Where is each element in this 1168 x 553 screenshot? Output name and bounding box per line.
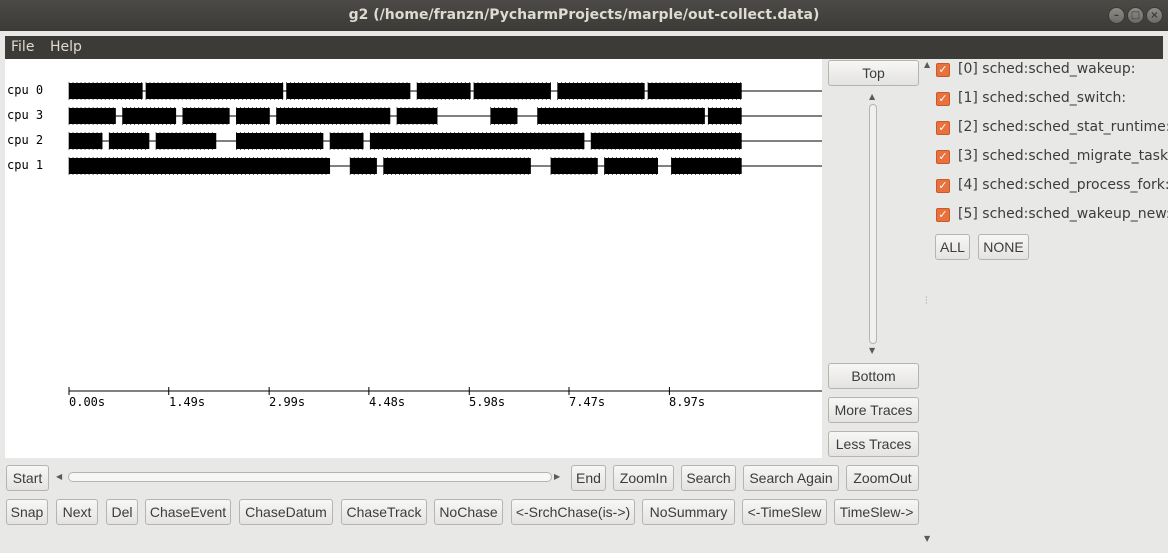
cpu-activity-block bbox=[69, 108, 116, 124]
more-traces-button[interactable]: More Traces bbox=[828, 397, 919, 423]
pane-divider[interactable]: ▲ ▼ bbox=[922, 60, 934, 546]
checkbox-checked-icon[interactable]: ✓ bbox=[936, 179, 950, 193]
next-button[interactable]: Next bbox=[56, 499, 98, 525]
time-slew-forward-button[interactable]: TimeSlew-> bbox=[834, 499, 919, 525]
axis-tick-label: 8.97s bbox=[669, 395, 706, 409]
no-summary-button[interactable]: NoSummary bbox=[642, 499, 735, 525]
del-button[interactable]: Del bbox=[106, 499, 138, 525]
event-filter-label: [5] sched:sched_wakeup_new: bbox=[958, 206, 1168, 222]
scroll-trough[interactable] bbox=[68, 472, 552, 482]
chase-event-button[interactable]: ChaseEvent bbox=[145, 499, 231, 525]
start-button[interactable]: Start bbox=[6, 465, 49, 491]
scroll-up-icon[interactable]: ▲ bbox=[924, 60, 930, 69]
top-button[interactable]: Top bbox=[828, 60, 919, 86]
menu-bar: File Help bbox=[5, 36, 1163, 59]
chase-track-button[interactable]: ChaseTrack bbox=[341, 499, 427, 525]
window-title: g2 (/home/franzn/PycharmProjects/marple/… bbox=[348, 7, 820, 23]
cpu-activity-block bbox=[69, 158, 331, 174]
axis-tick-label: 4.48s bbox=[369, 395, 406, 409]
cpu-activity-block bbox=[383, 158, 531, 174]
checkbox-checked-icon[interactable]: ✓ bbox=[936, 150, 950, 164]
search-again-button[interactable]: Search Again bbox=[743, 465, 839, 491]
scroll-up-icon[interactable]: ▲ bbox=[869, 92, 875, 101]
cpu-activity-block bbox=[236, 108, 270, 124]
cpu-activity-block bbox=[473, 83, 551, 99]
scroll-down-icon[interactable]: ▼ bbox=[924, 534, 930, 543]
cpu-activity-block bbox=[236, 133, 324, 149]
less-traces-button[interactable]: Less Traces bbox=[828, 431, 919, 457]
scroll-left-icon[interactable]: ◀ bbox=[56, 472, 62, 481]
event-filter-label: [4] sched:sched_process_fork: bbox=[958, 177, 1168, 193]
event-filter-label: [3] sched:sched_migrate_task: bbox=[958, 148, 1168, 164]
snap-button[interactable]: Snap bbox=[6, 499, 48, 525]
checkbox-checked-icon[interactable]: ✓ bbox=[936, 208, 950, 222]
bottom-button[interactable]: Bottom bbox=[828, 363, 919, 389]
zoom-in-button[interactable]: ZoomIn bbox=[613, 465, 674, 491]
axis-tick-label: 2.99s bbox=[269, 395, 306, 409]
checkbox-checked-icon[interactable]: ✓ bbox=[936, 121, 950, 135]
scroll-down-icon[interactable]: ▼ bbox=[869, 346, 875, 355]
menu-file[interactable]: File bbox=[11, 39, 34, 55]
end-button[interactable]: End bbox=[571, 465, 606, 491]
cpu-activity-block bbox=[537, 108, 705, 124]
cpu-activity-block bbox=[156, 133, 217, 149]
cpu-activity-block bbox=[286, 83, 411, 99]
no-chase-button[interactable]: NoChase bbox=[434, 499, 503, 525]
scroll-right-icon[interactable]: ▶ bbox=[554, 472, 560, 481]
select-all-button[interactable]: ALL bbox=[935, 234, 970, 260]
vertical-scrollbar[interactable]: ▲ ▼ bbox=[866, 92, 880, 356]
minimize-icon[interactable]: – bbox=[1108, 7, 1125, 24]
zoom-out-button[interactable]: ZoomOut bbox=[846, 465, 919, 491]
cpu-activity-block bbox=[591, 133, 742, 149]
menu-help[interactable]: Help bbox=[50, 39, 82, 55]
cpu-activity-block bbox=[182, 108, 230, 124]
cpu-activity-block bbox=[69, 133, 103, 149]
axis-tick-label: 1.49s bbox=[169, 395, 206, 409]
cpu-activity-block bbox=[276, 108, 391, 124]
window-titlebar: g2 (/home/franzn/PycharmProjects/marple/… bbox=[0, 0, 1168, 31]
chase-datum-button[interactable]: ChaseDatum bbox=[239, 499, 333, 525]
event-filter-label: [2] sched:sched_stat_runtime: bbox=[958, 119, 1168, 135]
cpu-activity-block bbox=[69, 83, 143, 99]
horizontal-scrollbar[interactable]: ◀ ▶ bbox=[56, 469, 564, 485]
checkbox-checked-icon[interactable]: ✓ bbox=[936, 92, 950, 106]
close-icon[interactable]: × bbox=[1146, 7, 1163, 24]
srch-chase-button[interactable]: <-SrchChase(is->) bbox=[511, 499, 635, 525]
time-slew-back-button[interactable]: <-TimeSlew bbox=[742, 499, 827, 525]
pane-grip-icon: · · · bbox=[925, 293, 928, 308]
search-button[interactable]: Search bbox=[681, 465, 736, 491]
cpu-activity-block bbox=[671, 158, 742, 174]
axis-tick-label: 0.00s bbox=[69, 395, 106, 409]
cpu-activity-block bbox=[330, 133, 364, 149]
scroll-trough[interactable] bbox=[869, 104, 877, 344]
cpu-activity-block bbox=[708, 108, 742, 124]
maximize-icon[interactable]: □ bbox=[1127, 7, 1144, 24]
cpu-activity-block bbox=[550, 158, 598, 174]
trace-canvas[interactable]: cpu 0 cpu 3 cpu 2 cpu 1 0.00s 1.49s 2.99… bbox=[5, 59, 822, 458]
cpu-activity-block bbox=[557, 83, 645, 99]
axis-tick-label: 5.98s bbox=[469, 395, 506, 409]
cpu-activity-block bbox=[647, 83, 742, 99]
select-none-button[interactable]: NONE bbox=[978, 234, 1029, 260]
event-filter-label: [0] sched:sched_wakeup: bbox=[958, 61, 1136, 77]
axis-tick-label: 7.47s bbox=[569, 395, 606, 409]
checkbox-checked-icon[interactable]: ✓ bbox=[936, 63, 950, 77]
event-filter-label: [1] sched:sched_switch: bbox=[958, 90, 1127, 106]
